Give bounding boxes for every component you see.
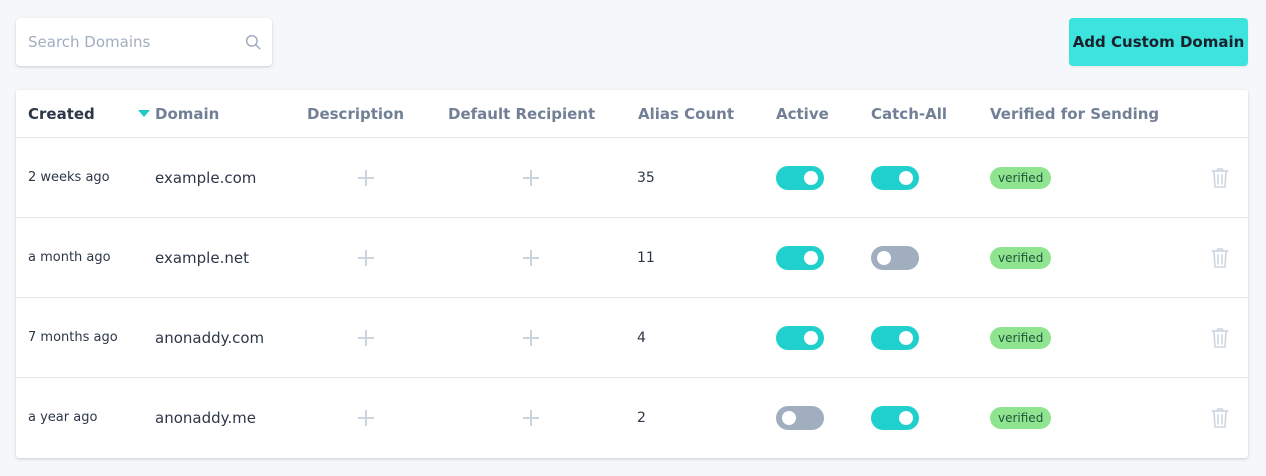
toggle-knob	[804, 331, 818, 345]
toggle-knob	[899, 331, 913, 345]
created-cell: 7 months ago	[28, 330, 118, 345]
created-cell: a year ago	[28, 410, 98, 425]
alias-count-cell: 2	[637, 410, 646, 426]
add-custom-domain-button[interactable]: Add Custom Domain	[1069, 18, 1248, 66]
active-toggle[interactable]	[776, 326, 824, 350]
created-cell: 2 weeks ago	[28, 170, 110, 185]
table-header: Created Domain Description Default Recip…	[16, 90, 1248, 138]
domain-cell: anonaddy.com	[155, 329, 265, 347]
active-toggle[interactable]	[776, 406, 824, 430]
created-cell: a month ago	[28, 250, 111, 265]
trash-icon[interactable]	[1211, 167, 1229, 189]
add-description-icon[interactable]	[358, 410, 374, 426]
column-header-active[interactable]: Active	[776, 90, 829, 138]
verified-badge: verified	[990, 247, 1052, 269]
column-header-created[interactable]: Created	[28, 90, 150, 138]
toggle-knob	[804, 251, 818, 265]
active-toggle[interactable]	[776, 166, 824, 190]
search-input[interactable]	[16, 18, 272, 66]
add-recipient-icon[interactable]	[523, 330, 539, 346]
toggle-knob	[877, 251, 891, 265]
column-header-description[interactable]: Description	[307, 90, 404, 138]
alias-count-cell: 11	[637, 250, 655, 266]
table-row: 2 weeks ago example.com 35 verified	[16, 138, 1248, 218]
trash-icon[interactable]	[1211, 407, 1229, 429]
search-box	[16, 18, 272, 66]
table-row: a month ago example.net 11 verified	[16, 218, 1248, 298]
toggle-knob	[804, 171, 818, 185]
catch-all-toggle[interactable]	[871, 406, 919, 430]
alias-count-cell: 4	[637, 330, 646, 346]
add-description-icon[interactable]	[358, 330, 374, 346]
column-header-domain[interactable]: Domain	[155, 90, 219, 138]
domains-table: Created Domain Description Default Recip…	[16, 90, 1248, 458]
column-header-label: Created	[28, 105, 95, 123]
domain-cell: example.com	[155, 169, 257, 187]
toggle-knob	[899, 411, 913, 425]
catch-all-toggle[interactable]	[871, 326, 919, 350]
trash-icon[interactable]	[1211, 247, 1229, 269]
catch-all-toggle[interactable]	[871, 246, 919, 270]
add-recipient-icon[interactable]	[523, 170, 539, 186]
add-recipient-icon[interactable]	[523, 250, 539, 266]
add-description-icon[interactable]	[358, 170, 374, 186]
sort-descending-icon[interactable]	[138, 110, 150, 117]
table-row: 7 months ago anonaddy.com 4 verified	[16, 298, 1248, 378]
alias-count-cell: 35	[637, 170, 655, 186]
toggle-knob	[782, 411, 796, 425]
verified-badge: verified	[990, 167, 1052, 189]
column-header-alias-count[interactable]: Alias Count	[638, 90, 734, 138]
search-icon[interactable]	[244, 33, 262, 51]
table-row: a year ago anonaddy.me 2 verified	[16, 378, 1248, 458]
column-header-default-recipient[interactable]: Default Recipient	[448, 90, 595, 138]
verified-badge: verified	[990, 407, 1052, 429]
column-header-catch-all[interactable]: Catch-All	[871, 90, 947, 138]
column-header-verified[interactable]: Verified for Sending	[990, 90, 1159, 138]
active-toggle[interactable]	[776, 246, 824, 270]
catch-all-toggle[interactable]	[871, 166, 919, 190]
domain-cell: example.net	[155, 249, 249, 267]
verified-badge: verified	[990, 327, 1052, 349]
add-recipient-icon[interactable]	[523, 410, 539, 426]
toggle-knob	[899, 171, 913, 185]
trash-icon[interactable]	[1211, 327, 1229, 349]
domain-cell: anonaddy.me	[155, 409, 256, 427]
toolbar: Add Custom Domain	[0, 0, 1266, 90]
add-description-icon[interactable]	[358, 250, 374, 266]
